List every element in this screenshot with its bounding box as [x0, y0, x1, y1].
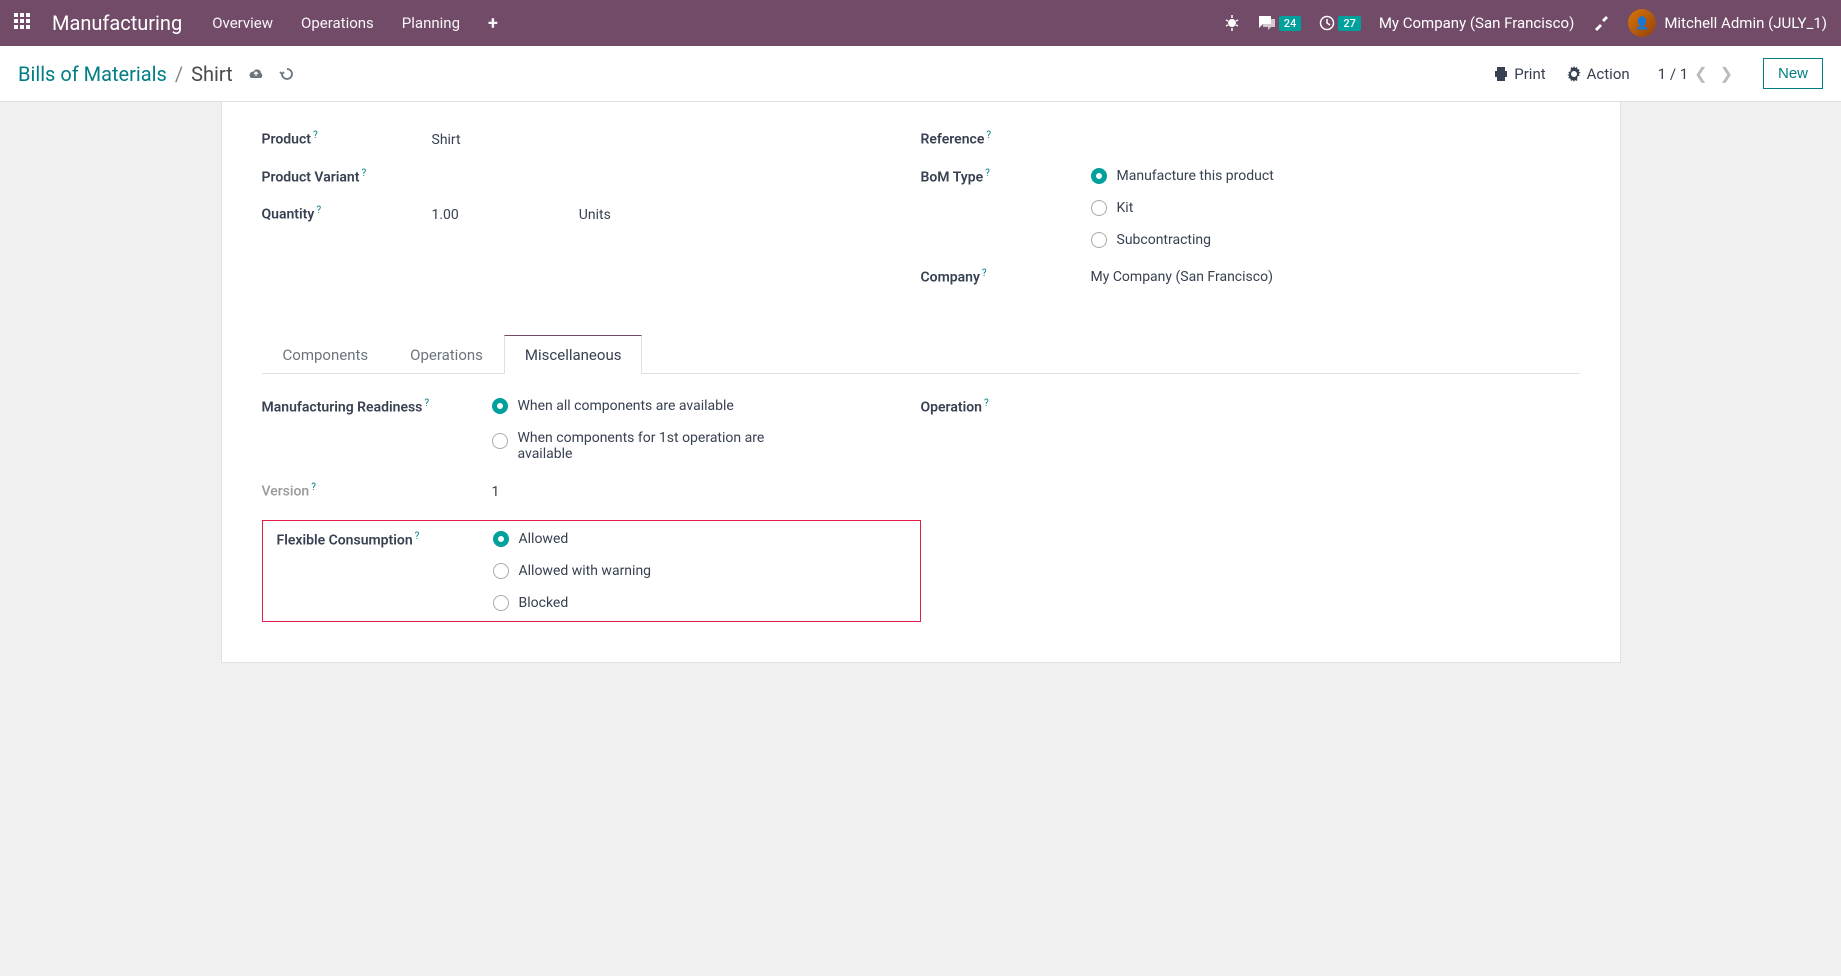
breadcrumb: Bills of Materials / Shirt	[18, 62, 233, 86]
version-value: 1	[492, 484, 921, 500]
topbar: Manufacturing Overview Operations Planni…	[0, 0, 1841, 46]
nav-operations[interactable]: Operations	[301, 14, 374, 32]
nav-overview[interactable]: Overview	[212, 14, 273, 32]
new-button[interactable]: New	[1763, 58, 1823, 89]
help-icon[interactable]: ?	[415, 531, 420, 542]
bom-type-label: BoM Type?	[921, 168, 1091, 186]
breadcrumb-root[interactable]: Bills of Materials	[18, 62, 167, 86]
radio-checked-icon	[492, 398, 508, 414]
activity-badge: 27	[1338, 16, 1361, 31]
bom-type-kit[interactable]: Kit	[1091, 200, 1580, 216]
nav-planning[interactable]: Planning	[402, 14, 460, 32]
help-icon[interactable]: ?	[982, 268, 987, 279]
radio-icon	[1091, 232, 1107, 248]
tab-operations[interactable]: Operations	[389, 335, 504, 374]
pager-prev-icon[interactable]: ❮	[1694, 64, 1707, 83]
print-label: Print	[1514, 65, 1545, 83]
breadcrumb-separator: /	[175, 62, 183, 86]
radio-icon	[493, 563, 509, 579]
readiness-label: Manufacturing Readiness?	[262, 398, 492, 416]
pager-value[interactable]: 1 / 1	[1658, 65, 1689, 83]
help-icon[interactable]: ?	[316, 205, 321, 216]
discard-icon[interactable]	[279, 66, 295, 82]
flex-consumption-label: Flexible Consumption?	[277, 531, 493, 549]
user-menu[interactable]: 👤 Mitchell Admin (JULY_1)	[1628, 9, 1827, 37]
operation-label: Operation?	[921, 398, 1091, 416]
print-icon	[1493, 66, 1509, 82]
cloud-upload-icon[interactable]	[247, 67, 265, 81]
radio-icon	[493, 595, 509, 611]
help-icon[interactable]: ?	[424, 398, 429, 409]
action-button[interactable]: Action	[1566, 65, 1630, 83]
apps-grid-icon[interactable]	[14, 13, 34, 33]
product-label: Product?	[262, 130, 432, 148]
flex-allowed-warning[interactable]: Allowed with warning	[493, 563, 906, 579]
quantity-label: Quantity?	[262, 205, 432, 223]
action-label: Action	[1587, 65, 1630, 83]
pager-next-icon[interactable]: ❯	[1720, 64, 1733, 83]
debug-icon[interactable]	[1224, 15, 1240, 31]
control-panel: Bills of Materials / Shirt Print Action …	[0, 46, 1841, 102]
user-name: Mitchell Admin (JULY_1)	[1664, 14, 1827, 32]
company-label: Company?	[921, 268, 1091, 286]
help-icon[interactable]: ?	[986, 130, 991, 141]
readiness-first-op[interactable]: When components for 1st operation are av…	[492, 430, 921, 462]
radio-checked-icon	[1091, 168, 1107, 184]
radio-icon	[492, 433, 508, 449]
form-sheet: Product? Shirt Product Variant? Quantity…	[221, 102, 1621, 663]
version-label: Version?	[262, 482, 492, 500]
product-value[interactable]: Shirt	[432, 132, 921, 148]
company-value[interactable]: My Company (San Francisco)	[1091, 269, 1580, 285]
bom-type-manufacture[interactable]: Manufacture this product	[1091, 168, 1580, 184]
quantity-unit[interactable]: Units	[579, 207, 611, 223]
variant-label: Product Variant?	[262, 168, 432, 186]
help-icon[interactable]: ?	[985, 168, 990, 179]
print-button[interactable]: Print	[1493, 65, 1545, 83]
message-badge: 24	[1279, 16, 1302, 31]
help-icon[interactable]: ?	[361, 168, 366, 179]
breadcrumb-current: Shirt	[191, 62, 233, 86]
avatar: 👤	[1628, 9, 1656, 37]
readiness-all-available[interactable]: When all components are available	[492, 398, 921, 414]
quantity-value[interactable]: 1.00	[432, 207, 459, 223]
radio-checked-icon	[493, 531, 509, 547]
nav-new-menu[interactable]: +	[488, 13, 498, 34]
flex-blocked[interactable]: Blocked	[493, 595, 906, 611]
tabs: Components Operations Miscellaneous	[262, 335, 1580, 374]
flexible-consumption-highlight: Flexible Consumption? Allowed Allowed wi…	[262, 520, 921, 622]
bom-type-subcontracting[interactable]: Subcontracting	[1091, 232, 1580, 248]
help-icon[interactable]: ?	[311, 482, 316, 493]
pager: 1 / 1 ❮ ❯	[1658, 64, 1739, 83]
messaging-icon[interactable]: 24	[1258, 15, 1302, 31]
company-switcher[interactable]: My Company (San Francisco)	[1379, 14, 1574, 32]
tools-icon[interactable]	[1592, 14, 1610, 32]
app-title[interactable]: Manufacturing	[52, 11, 182, 35]
gear-icon	[1566, 66, 1582, 82]
flex-allowed[interactable]: Allowed	[493, 531, 906, 547]
tab-miscellaneous[interactable]: Miscellaneous	[504, 335, 643, 374]
tab-components[interactable]: Components	[262, 335, 390, 374]
reference-label: Reference?	[921, 130, 1091, 148]
help-icon[interactable]: ?	[984, 398, 989, 409]
help-icon[interactable]: ?	[313, 130, 318, 141]
activities-icon[interactable]: 27	[1319, 15, 1361, 31]
radio-icon	[1091, 200, 1107, 216]
